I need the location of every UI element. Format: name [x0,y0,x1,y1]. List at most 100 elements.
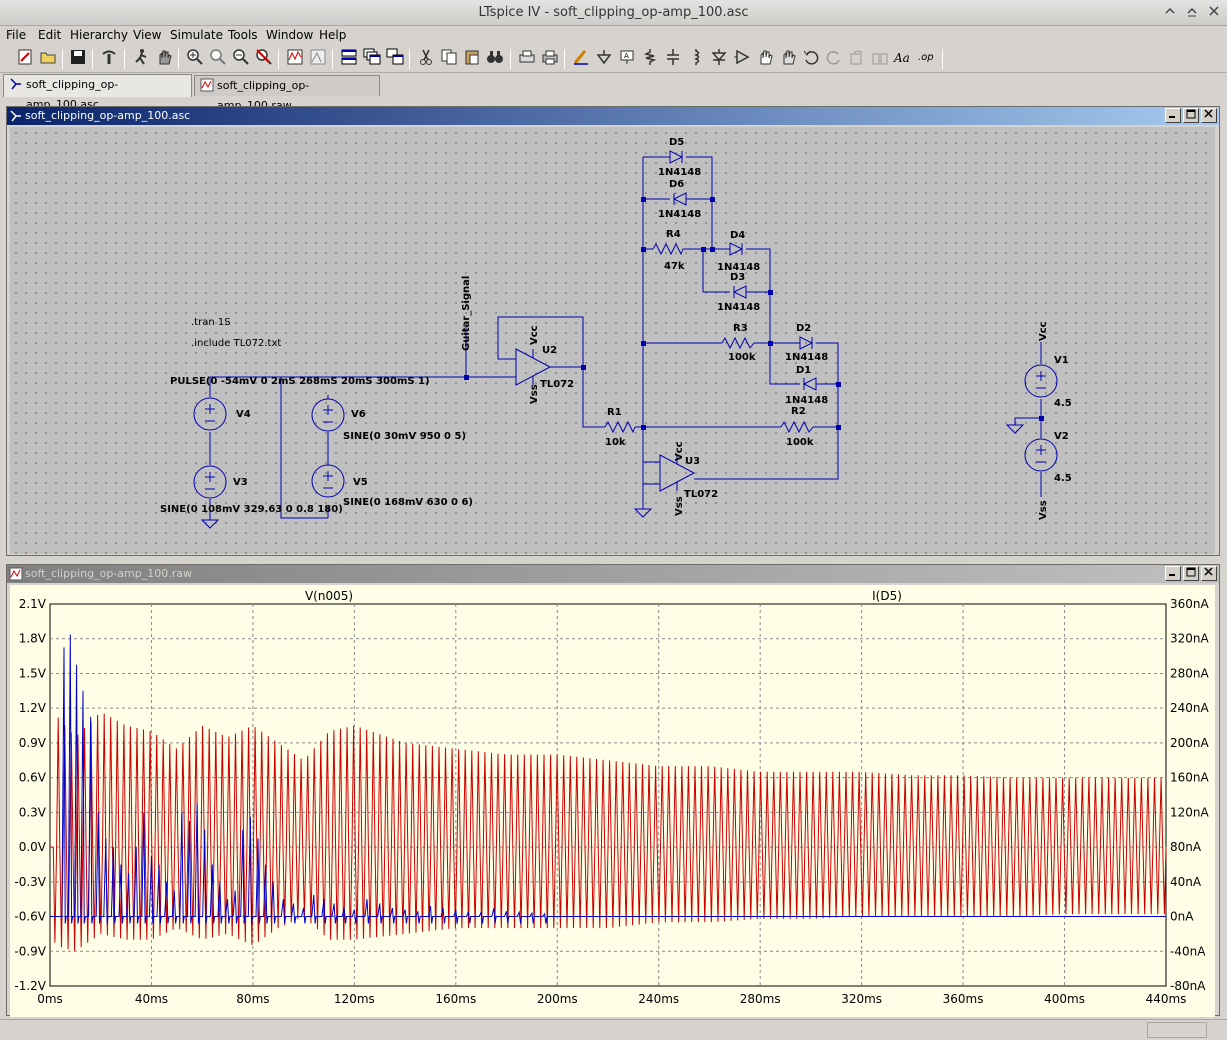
r4-value[interactable]: 47k [664,261,685,272]
v4-name[interactable]: V4 [236,409,251,420]
diode-icon[interactable] [708,48,730,70]
component-icon[interactable] [731,48,753,70]
zoom-pan-icon[interactable] [207,48,229,70]
view-fft-icon[interactable] [307,48,329,70]
r2-value[interactable]: 100k [786,437,814,448]
menu-hierarchy[interactable]: Hierarchy [70,27,128,43]
new-schematic-icon[interactable] [14,48,36,70]
tab-schematic[interactable]: soft_clipping_op-amp_100.asc [3,74,192,111]
run-icon[interactable] [130,48,152,70]
waveform-plot-area[interactable]: 0ms 40ms 80ms 120ms 160ms 200ms 240ms 280ms 320m… [10,585,1215,1017]
d2-value[interactable]: 1N4148 [785,352,828,363]
v3-name[interactable]: V3 [233,477,248,488]
tile-vertical-icon[interactable] [384,48,406,70]
waveform-close-button[interactable] [1201,566,1217,581]
v5-name[interactable]: V5 [353,477,368,488]
inductor-icon[interactable] [685,48,707,70]
zoom-in-icon[interactable] [184,48,206,70]
autorange-icon[interactable] [284,48,306,70]
d3-name[interactable]: D3 [730,272,745,283]
directive-include[interactable]: .include TL072.txt [191,338,281,349]
resistor-icon[interactable] [639,48,661,70]
d3-value[interactable]: 1N4148 [717,302,760,313]
r1-value[interactable]: 10k [605,437,626,448]
spice-directive-icon[interactable]: .op [915,48,937,70]
menu-file[interactable]: File [6,27,26,43]
v1-value[interactable]: 4.5 [1054,398,1072,409]
r4-name[interactable]: R4 [666,229,681,240]
u2-name[interactable]: U2 [542,345,557,356]
v2-vss-label[interactable]: Vss [1038,500,1049,520]
move-icon[interactable] [754,48,776,70]
menu-simulate[interactable]: Simulate [170,27,223,43]
redo-icon[interactable] [823,48,845,70]
close-button[interactable] [1206,5,1222,21]
menu-view[interactable]: View [133,27,161,43]
zoom-cancel-icon[interactable] [253,48,275,70]
v3-value[interactable]: SINE(0 108mV 329.63 0 0.8 180) [160,504,343,515]
r1-name[interactable]: R1 [607,407,622,418]
mirror-icon[interactable] [869,48,891,70]
schematic-canvas[interactable]: .tran 1S .include TL072.txt PULSE(0 -54m… [10,127,1215,554]
directive-tran[interactable]: .tran 1S [191,317,231,328]
d5-name[interactable]: D5 [669,137,684,148]
menu-window[interactable]: Window [266,27,313,43]
rotate-icon[interactable] [846,48,868,70]
label-net-icon[interactable]: A [616,48,638,70]
save-icon[interactable] [67,48,89,70]
print-setup-icon[interactable] [516,48,538,70]
tab-waveform[interactable]: soft_clipping_op-amp_100.raw [194,75,380,112]
d4-name[interactable]: D4 [730,230,745,241]
cascade-icon[interactable] [361,48,383,70]
open-icon[interactable] [37,48,59,70]
net-label-guitar[interactable]: Guitar_Signal [461,276,472,351]
r3-value[interactable]: 100k [728,352,756,363]
d6-name[interactable]: D6 [669,179,684,190]
u3-name[interactable]: U3 [685,456,700,467]
halt-icon[interactable] [153,48,175,70]
schematic-maximize-button[interactable] [1183,108,1199,123]
waveform-minimize-button[interactable] [1165,566,1181,581]
d2-name[interactable]: D2 [796,323,811,334]
r2-name[interactable]: R2 [791,406,806,417]
find-icon[interactable] [484,48,506,70]
r3-name[interactable]: R3 [733,323,748,334]
menu-tools[interactable]: Tools [228,27,258,43]
control-panel-icon[interactable] [98,48,120,70]
capacitor-icon[interactable] [662,48,684,70]
tile-horizontal-icon[interactable] [338,48,360,70]
u2-value[interactable]: TL072 [540,379,574,390]
v2-value[interactable]: 4.5 [1054,473,1072,484]
menu-help[interactable]: Help [319,27,346,43]
schematic-minimize-button[interactable] [1165,108,1181,123]
u3-vss-label[interactable]: Vss [674,496,685,516]
draw-wire-icon[interactable] [570,48,592,70]
text-icon[interactable]: Aa [892,48,914,70]
d5-value[interactable]: 1N4148 [658,167,701,178]
ground-icon[interactable] [593,48,615,70]
d1-name[interactable]: D1 [796,365,811,376]
v2-name[interactable]: V2 [1054,431,1069,442]
u3-vcc-label[interactable]: Vcc [674,441,685,461]
undo-icon[interactable] [800,48,822,70]
v4-value[interactable]: PULSE(0 -54mV 0 2mS 268mS 20mS 300mS 1) [170,376,430,387]
d6-value[interactable]: 1N4148 [658,209,701,220]
print-icon[interactable] [539,48,561,70]
v1-vcc-label[interactable]: Vcc [1038,321,1049,341]
v6-value[interactable]: SINE(0 30mV 950 0 5) [343,431,466,442]
u2-vss-label[interactable]: Vss [529,384,540,404]
paste-icon[interactable] [461,48,483,70]
d1-value[interactable]: 1N4148 [785,395,828,406]
cut-icon[interactable] [415,48,437,70]
v5-value[interactable]: SINE(0 168mV 630 0 6) [343,497,473,508]
zoom-out-icon[interactable] [230,48,252,70]
maximize-button[interactable] [1184,5,1200,21]
drag-icon[interactable] [777,48,799,70]
u2-vcc-label[interactable]: Vcc [529,325,540,345]
v6-name[interactable]: V6 [351,409,366,420]
v1-name[interactable]: V1 [1054,355,1069,366]
u3-value[interactable]: TL072 [684,489,718,500]
minimize-button[interactable] [1162,5,1178,21]
copy-icon[interactable] [438,48,460,70]
menu-edit[interactable]: Edit [38,27,61,43]
